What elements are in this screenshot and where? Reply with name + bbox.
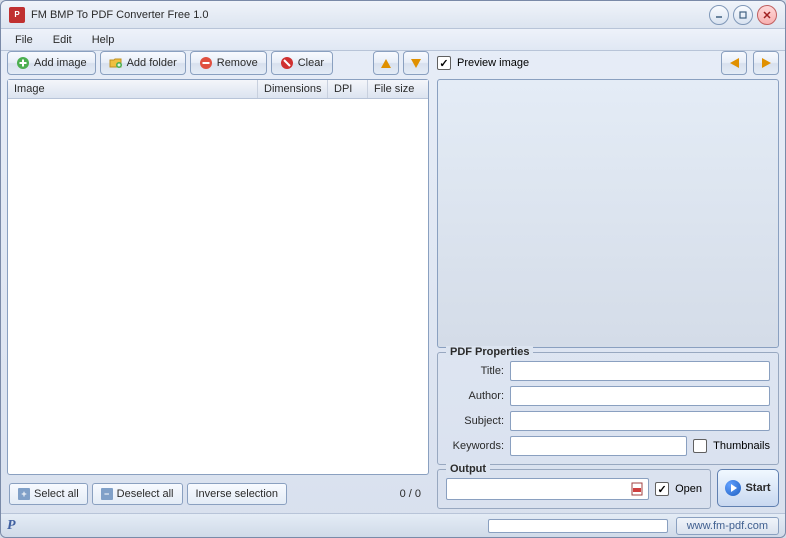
start-label: Start: [745, 482, 770, 494]
deselect-all-button[interactable]: −Deselect all: [92, 483, 183, 505]
pdf-author-input[interactable]: [510, 386, 770, 406]
pdf-keywords-input[interactable]: [510, 436, 687, 456]
open-checkbox[interactable]: [655, 482, 669, 496]
add-folder-label: Add folder: [127, 57, 177, 69]
folder-plus-icon: [109, 56, 123, 70]
select-all-button[interactable]: +Select all: [9, 483, 88, 505]
preview-checkbox[interactable]: [437, 56, 451, 70]
select-all-icon: +: [18, 488, 30, 500]
website-link[interactable]: www.fm-pdf.com: [676, 517, 779, 535]
maximize-button[interactable]: [733, 5, 753, 25]
pdf-title-input[interactable]: [510, 361, 770, 381]
menu-edit[interactable]: Edit: [43, 31, 82, 49]
preview-label: Preview image: [457, 57, 529, 69]
output-path-field[interactable]: [446, 478, 649, 500]
menu-help[interactable]: Help: [82, 31, 125, 49]
pdf-properties-fieldset: PDF Properties Title: Author: Subject: K…: [437, 352, 779, 465]
clear-label: Clear: [298, 57, 324, 69]
list-body[interactable]: [8, 99, 428, 474]
play-icon: [725, 480, 741, 496]
preview-area: [437, 79, 779, 348]
clear-button[interactable]: Clear: [271, 51, 333, 75]
menu-file[interactable]: File: [5, 31, 43, 49]
right-panel: Preview image PDF Properties Title: Auth…: [437, 51, 779, 509]
minus-icon: [199, 56, 213, 70]
pdf-properties-legend: PDF Properties: [446, 346, 533, 358]
left-toolbar: Add image Add folder Remove Clear: [7, 51, 429, 75]
add-image-label: Add image: [34, 57, 87, 69]
open-label: Open: [675, 483, 702, 495]
thumbnails-label: Thumbnails: [713, 440, 770, 452]
clear-icon: [280, 56, 294, 70]
pdf-subject-input[interactable]: [510, 411, 770, 431]
left-panel: Add image Add folder Remove Clear: [7, 51, 429, 509]
statusbar: P www.fm-pdf.com: [1, 513, 785, 537]
minimize-button[interactable]: [709, 5, 729, 25]
remove-button[interactable]: Remove: [190, 51, 267, 75]
progress-bar: [488, 519, 668, 533]
move-down-button[interactable]: [403, 51, 429, 75]
thumbnails-checkbox[interactable]: [693, 439, 707, 453]
window-controls: [709, 5, 777, 25]
preview-prev-button[interactable]: [721, 51, 747, 75]
arrow-up-icon: [381, 59, 391, 68]
app-icon: P: [9, 7, 25, 23]
deselect-all-icon: −: [101, 488, 113, 500]
col-dpi[interactable]: DPI: [328, 80, 368, 98]
add-image-button[interactable]: Add image: [7, 51, 96, 75]
pdf-subject-label: Subject:: [446, 415, 504, 427]
col-dimensions[interactable]: Dimensions: [258, 80, 328, 98]
col-filesize[interactable]: File size: [368, 80, 428, 98]
item-counter: 0 / 0: [400, 488, 427, 500]
plus-icon: [16, 56, 30, 70]
main-area: Add image Add folder Remove Clear: [1, 51, 785, 513]
output-fieldset: Output Open: [437, 469, 711, 509]
arrow-left-icon: [730, 58, 739, 68]
window-title: FM BMP To PDF Converter Free 1.0: [31, 9, 709, 21]
start-button[interactable]: Start: [717, 469, 779, 507]
col-image[interactable]: Image: [8, 80, 258, 98]
pdf-author-label: Author:: [446, 390, 504, 402]
app-window: P FM BMP To PDF Converter Free 1.0 File …: [0, 0, 786, 538]
add-folder-button[interactable]: Add folder: [100, 51, 186, 75]
preview-next-button[interactable]: [753, 51, 779, 75]
pdf-icon: [630, 482, 644, 496]
titlebar: P FM BMP To PDF Converter Free 1.0: [1, 1, 785, 29]
menubar: File Edit Help: [1, 29, 785, 51]
arrow-right-icon: [762, 58, 771, 68]
remove-label: Remove: [217, 57, 258, 69]
preview-toolbar: Preview image: [437, 51, 779, 75]
inverse-selection-button[interactable]: Inverse selection: [187, 483, 288, 505]
paypal-icon[interactable]: P: [7, 518, 16, 534]
move-up-button[interactable]: [373, 51, 399, 75]
pdf-title-label: Title:: [446, 365, 504, 377]
selection-toolbar: +Select all −Deselect all Inverse select…: [7, 479, 429, 509]
pdf-keywords-label: Keywords:: [446, 440, 504, 452]
arrow-down-icon: [411, 59, 421, 68]
output-legend: Output: [446, 463, 490, 475]
close-button[interactable]: [757, 5, 777, 25]
list-header: Image Dimensions DPI File size: [8, 80, 428, 99]
image-list: Image Dimensions DPI File size: [7, 79, 429, 475]
